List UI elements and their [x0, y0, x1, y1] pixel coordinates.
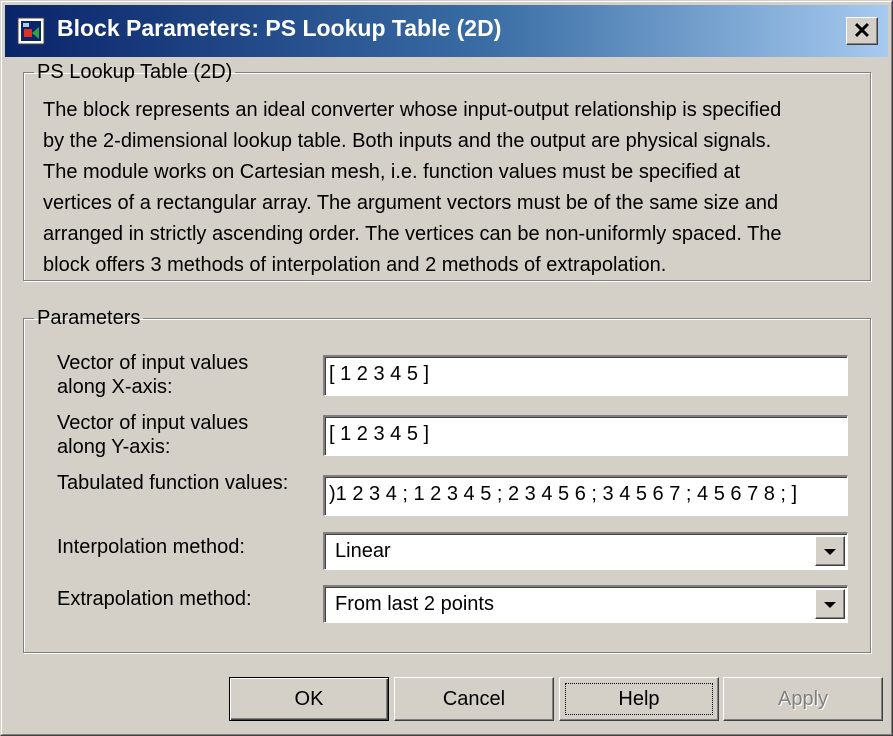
help-button[interactable]: Help — [559, 677, 719, 721]
ok-button[interactable]: OK — [229, 677, 389, 721]
table-values-label: Tabulated function values: — [57, 472, 289, 494]
parameters-legend: Parameters — [37, 307, 141, 329]
ok-label: OK — [294, 688, 324, 710]
extrapolation-label: Extrapolation method: — [57, 588, 252, 610]
description-line: arranged in strictly ascending order. Th… — [43, 223, 782, 245]
close-icon: ✕ — [852, 18, 872, 43]
description-line: The module works on Cartesian mesh, i.e.… — [43, 161, 741, 183]
description-legend: PS Lookup Table (2D) — [37, 61, 233, 83]
y-vector-input[interactable]: [ 1 2 3 4 5 ] — [323, 415, 848, 456]
description-line: vertices of a rectangular array. The arg… — [43, 192, 779, 214]
block-description: The block represents an ideal converter … — [43, 95, 853, 281]
dialog-window: Block Parameters: PS Lookup Table (2D) ✕… — [0, 0, 893, 736]
apply-button[interactable]: Apply — [723, 677, 883, 721]
title-bar[interactable]: Block Parameters: PS Lookup Table (2D) ✕ — [5, 5, 888, 57]
x-vector-label: Vector of input values along X-axis: — [57, 352, 249, 398]
apply-label: Apply — [777, 688, 829, 710]
cancel-label: Cancel — [442, 688, 506, 710]
interpolation-label: Interpolation method: — [57, 536, 245, 558]
interpolation-value: Linear — [335, 540, 391, 562]
window-title: Block Parameters: PS Lookup Table (2D) — [57, 15, 502, 41]
y-vector-label: Vector of input values along Y-axis: — [57, 412, 249, 458]
table-values-value: )1 2 3 4 ; 1 2 3 4 5 ; 2 3 4 5 6 ; 3 4 5… — [329, 483, 798, 505]
x-vector-value: [ 1 2 3 4 5 ] — [329, 363, 430, 385]
chevron-down-icon — [824, 602, 836, 609]
extrapolation-value: From last 2 points — [335, 593, 494, 615]
extrapolation-select[interactable]: From last 2 points — [323, 585, 848, 623]
interpolation-select[interactable]: Linear — [323, 532, 848, 570]
close-button[interactable]: ✕ — [846, 17, 878, 45]
focus-ring — [565, 683, 713, 715]
interpolation-dropdown-button[interactable] — [815, 536, 845, 566]
chevron-down-icon — [824, 549, 836, 556]
description-line: The block represents an ideal converter … — [43, 99, 782, 121]
y-vector-value: [ 1 2 3 4 5 ] — [329, 423, 430, 445]
description-line: block offers 3 methods of interpolation … — [43, 254, 667, 276]
table-values-input[interactable]: )1 2 3 4 ; 1 2 3 4 5 ; 2 3 4 5 6 ; 3 4 5… — [323, 475, 848, 516]
extrapolation-dropdown-button[interactable] — [815, 589, 845, 619]
description-line: by the 2-dimensional lookup table. Both … — [43, 130, 772, 152]
cancel-button[interactable]: Cancel — [394, 677, 554, 721]
simulink-block-icon — [17, 17, 45, 45]
x-vector-input[interactable]: [ 1 2 3 4 5 ] — [323, 355, 848, 396]
